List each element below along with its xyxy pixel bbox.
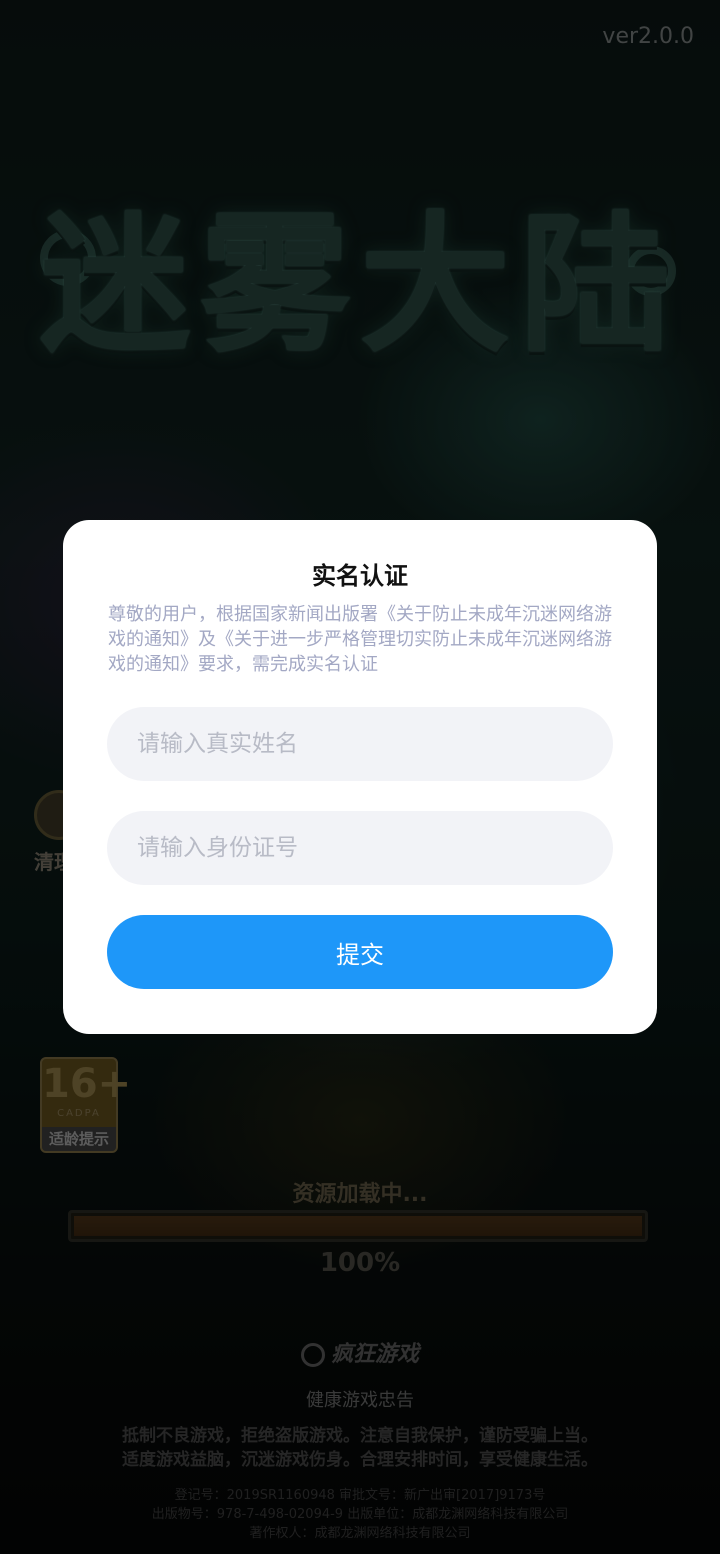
dialog-title: 实名认证 xyxy=(312,562,408,590)
id-number-input[interactable] xyxy=(107,811,613,885)
submit-button[interactable]: 提交 xyxy=(107,915,613,989)
real-name-auth-dialog: 实名认证 尊敬的用户，根据国家新闻出版署《关于防止未成年沉迷网络游戏的通知》及《… xyxy=(63,520,657,1034)
dialog-notice: 尊敬的用户，根据国家新闻出版署《关于防止未成年沉迷网络游戏的通知》及《关于进一步… xyxy=(108,604,612,675)
real-name-input[interactable] xyxy=(107,707,613,781)
